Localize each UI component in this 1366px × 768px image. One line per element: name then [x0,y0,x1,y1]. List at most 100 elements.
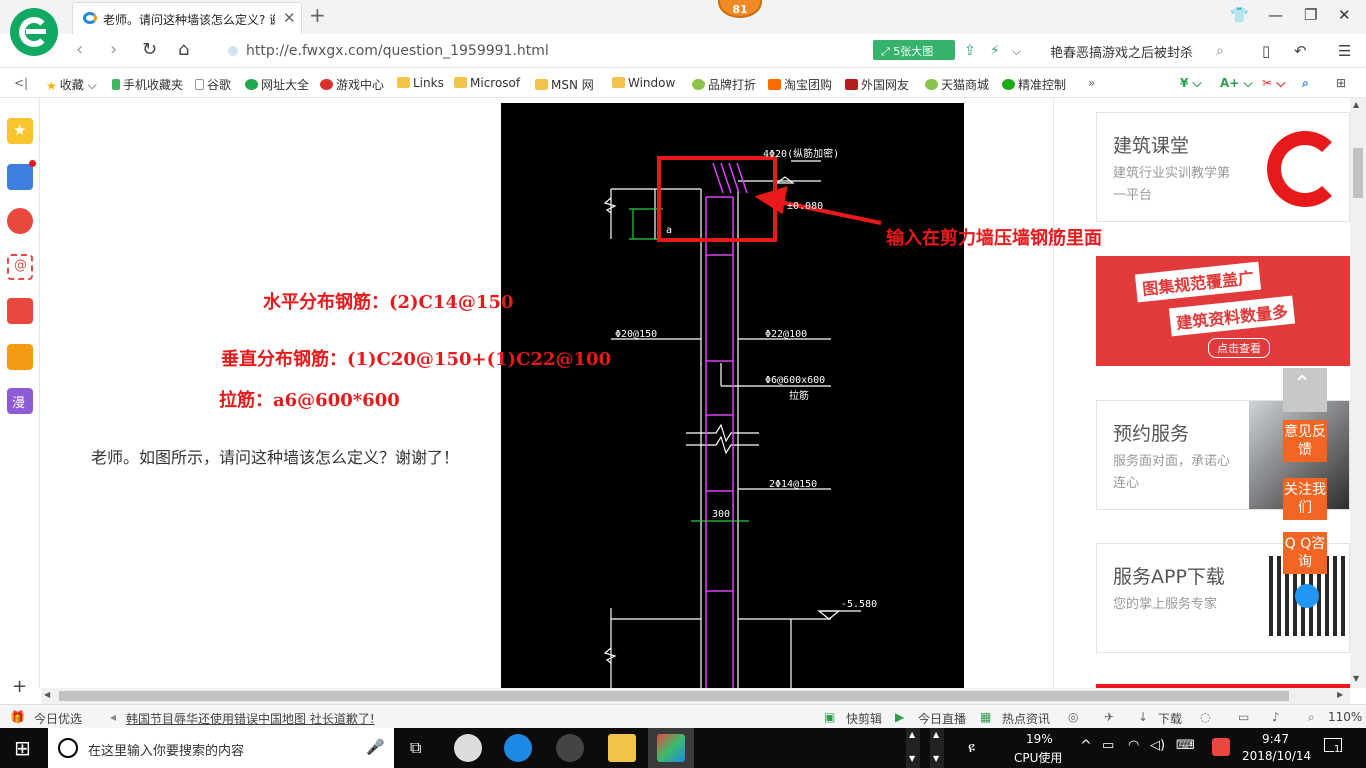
mail-icon[interactable]: @ [7,254,33,280]
refresh-icon[interactable]: ↻ [142,39,157,60]
find-icon[interactable]: ⌕ [1302,76,1309,91]
windows-start-icon[interactable]: ⊞ [14,736,31,760]
scroll-down-icon[interactable]: ▼ [1353,674,1359,683]
pin-icon[interactable]: ✈ [1104,710,1114,724]
comic-icon[interactable]: 漫 [7,388,33,414]
collapse-icon[interactable]: <| [14,76,28,90]
promo-banner[interactable]: 图集规范覆盖广 建筑资料数量多 点击查看 [1096,256,1350,366]
back-icon[interactable]: ‹ [76,39,83,60]
power-icon[interactable]: ▭ [1102,738,1114,753]
apps-grid-icon[interactable]: ⊞ [1336,76,1346,90]
notes-app-icon[interactable] [608,734,636,762]
skin-icon[interactable]: 👕 [1230,6,1249,24]
menu-icon[interactable]: ☰ [1338,42,1351,60]
hot-news-link[interactable]: 热点资讯 [1002,710,1050,727]
add-panel-icon[interactable]: + [12,676,27,697]
download-link[interactable]: 下载 [1158,710,1182,727]
zoom-level[interactable]: 110% [1328,710,1362,724]
browser-logo-icon[interactable] [10,8,58,56]
kuaijianji-link[interactable]: 快剪辑 [846,710,882,727]
bookmark-games[interactable]: 游戏中心 [320,76,384,93]
qq-consult-button[interactable]: Q Q咨询 [1283,532,1327,574]
new-tab-icon[interactable]: + [309,3,326,27]
undo-icon[interactable]: ↶ [1294,42,1307,60]
game-controller-icon[interactable] [7,298,33,324]
url-field[interactable]: http://e.fwxgx.com/question_1959991.html [220,38,870,64]
scroll-right-icon[interactable]: ▶ [1337,690,1343,699]
taskbar-scroll-right[interactable]: ▲ ▼ [930,728,944,768]
site-info-icon[interactable] [228,46,238,56]
bookmark-microsoft[interactable]: Microsof [454,76,520,90]
bookmark-hao[interactable]: 网址大全 [245,76,309,93]
photo-app-icon[interactable] [657,734,685,762]
wifi-icon[interactable]: ◠ [1128,738,1139,753]
taskbar-scroll-left[interactable]: ▲ ▼ [906,728,920,768]
restore-icon[interactable]: ❐ [1304,6,1317,24]
notification-badge[interactable]: 81 [718,0,762,18]
card-building-classroom[interactable]: 建筑课堂 建筑行业实训教学第一平台 [1096,112,1350,222]
ie-browser-icon[interactable] [504,734,532,762]
bookmark-msn[interactable]: MSN 网 [535,76,594,93]
close-window-icon[interactable]: ✕ [1338,6,1351,24]
clock-time[interactable]: 9:47 [1262,732,1289,746]
home-icon[interactable]: ⌂ [178,39,189,60]
live-link[interactable]: 今日直播 [918,710,966,727]
lightning-icon[interactable]: ⚡ [990,43,1000,59]
news-prev-icon[interactable]: ◂ [110,710,116,724]
mobile-icon[interactable]: ▯ [1262,42,1270,60]
vertical-scroll-thumb[interactable] [1353,148,1363,198]
people-icon[interactable]: ዩ [968,740,975,756]
bookmark-google[interactable]: 谷歌 [195,76,231,93]
headline-link[interactable]: 韩国节目辱华还使用错误中国地图 社长道歉了! [126,710,375,727]
bookmark-foreign[interactable]: 外国网友 [845,76,909,93]
today-pick-link[interactable]: 今日优选 [34,710,82,727]
forward-icon[interactable]: › [110,39,117,60]
microphone-icon[interactable]: 🎤 [366,738,385,756]
task-view-icon[interactable]: ⧉ [410,738,421,758]
bookmark-tmall[interactable]: 天猫商城 [925,76,989,93]
chevron-down-icon[interactable]: ⌵ [1012,44,1021,59]
scissors-icon[interactable]: ✂ ⌵ [1262,76,1285,91]
sogou-ime-icon[interactable] [1212,738,1230,756]
minimize-icon[interactable]: — [1268,6,1283,24]
scroll-left-icon[interactable]: ◀ [44,690,50,699]
feedback-button[interactable]: 意见反馈 [1283,420,1327,462]
clock-date[interactable]: 2018/10/14 [1242,749,1311,763]
bookmark-precise[interactable]: 精准控制 [1002,76,1066,93]
bookmark-windows[interactable]: Window [612,76,675,90]
book-icon[interactable] [7,344,33,370]
bookmark-taobao[interactable]: 淘宝团购 [768,76,832,93]
horizontal-scrollbar[interactable]: ◀ ▶ [41,688,1350,704]
speaker-icon[interactable]: ◁) [1150,738,1165,753]
volume-icon[interactable]: ♪ [1272,710,1280,724]
bookmark-mobile[interactable]: 手机收藏夹 [112,76,183,93]
big-image-button[interactable]: ⤢ 5张大图 [873,40,955,60]
share-icon[interactable]: ⇪ [964,43,976,59]
translate-icon[interactable]: A+ ⌵ [1220,76,1253,91]
bookmark-favorites[interactable]: ★ 收藏 ⌵ [46,76,97,93]
search-icon[interactable]: ⌕ [1216,43,1224,59]
browser-tab[interactable]: 老师。请问这种墙该怎么定义? 谢谢了! ✕ [72,2,302,34]
horizontal-scroll-thumb[interactable] [59,691,1289,701]
news-ticker[interactable]: 艳春恶搞游戏之后被封杀 [1050,42,1193,61]
fan-app-icon[interactable] [454,734,482,762]
bookmark-brand[interactable]: 品牌打折 [692,76,756,93]
speed-icon[interactable]: ◎ [1068,710,1078,724]
vertical-scrollbar[interactable]: ▲ ▼ [1350,98,1366,688]
tray-expand-icon[interactable]: ^ [1080,738,1092,754]
more-bookmarks-icon[interactable]: » [1088,76,1095,90]
window-icon[interactable]: ▭ [1238,710,1249,724]
favorites-star-icon[interactable]: ★ [7,118,33,144]
weibo-icon[interactable] [7,208,33,234]
close-tab-icon[interactable]: ✕ [283,9,296,27]
follow-us-button[interactable]: 关注我们 [1283,478,1327,520]
scroll-up-icon[interactable]: ▲ [1353,100,1359,109]
keyboard-icon[interactable]: ⌨ [1176,738,1195,753]
cleanup-icon[interactable]: ◌ [1200,710,1210,724]
taskbar-search-box[interactable]: 在这里输入你要搜索的内容 🎤 [48,728,394,768]
bookmark-links[interactable]: Links [397,76,444,90]
swirl-app-icon[interactable] [556,734,584,762]
back-to-top-button[interactable]: ⌃ [1283,368,1327,412]
news-feed-icon[interactable] [7,160,36,190]
action-center-button[interactable]: 1 [1322,736,1344,758]
